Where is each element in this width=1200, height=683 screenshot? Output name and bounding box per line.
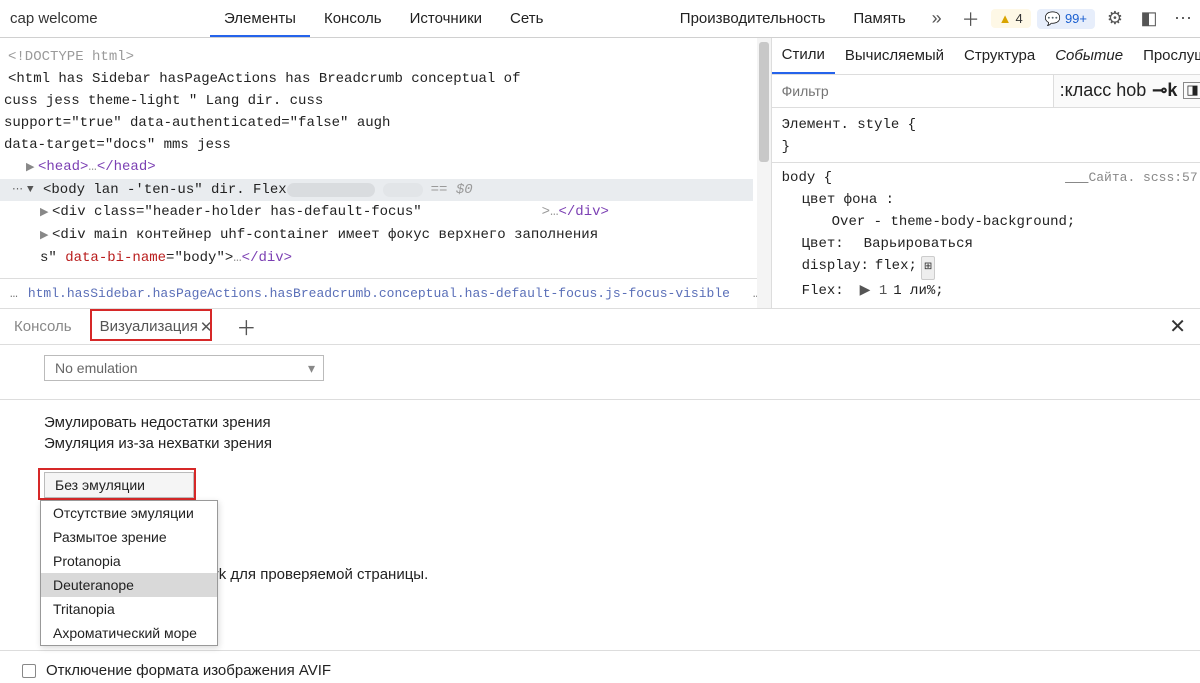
dock-icon[interactable]: ◧ bbox=[1138, 8, 1160, 29]
dd-item-tritanopia[interactable]: Tritanopia bbox=[41, 597, 217, 621]
styles-rules[interactable]: Элемент. style { } body { Сайта. scss:57… bbox=[772, 108, 1200, 308]
cls-toggle[interactable]: :класс hob ⊸k ◨ bbox=[1053, 75, 1200, 107]
drawer-close-icon[interactable]: ✕ bbox=[1155, 314, 1200, 339]
dd-item-achromatic[interactable]: Ахроматический море bbox=[41, 621, 217, 645]
devtools-toolbar: cap welcome Элементы Консоль Источники С… bbox=[0, 0, 1200, 38]
breadcrumb[interactable]: … html.hasSidebar.hasPageActions.hasBrea… bbox=[0, 278, 771, 308]
vision-dropdown-selected[interactable]: Без эмуляции bbox=[44, 472, 194, 498]
styles-panel: Стили Вычисляемый Структура Событие Прос… bbox=[772, 38, 1200, 308]
drawer-tab-rendering[interactable]: Визуализация✕ bbox=[86, 309, 227, 344]
avif-label: Отключение формата изображения AVIF bbox=[46, 662, 331, 679]
warnings-badge[interactable]: ▲4 bbox=[991, 9, 1031, 28]
avif-checkbox[interactable] bbox=[22, 664, 36, 678]
styles-tab-computed[interactable]: Вычисляемый bbox=[835, 38, 954, 74]
drawer-tab-console[interactable]: Консоль bbox=[0, 309, 86, 344]
vision-dropdown[interactable]: Без эмуляции Отсутствие эмуляции Размыто… bbox=[44, 472, 194, 498]
drawer: Консоль Визуализация✕ ＋ ✕ No emulation Э… bbox=[0, 308, 1200, 683]
styles-tab-event[interactable]: Событие bbox=[1045, 38, 1133, 74]
dd-item-protanopia[interactable]: Protanopia bbox=[41, 549, 217, 573]
tab-sources[interactable]: Источники bbox=[396, 0, 496, 37]
tab-network[interactable]: Сеть bbox=[496, 0, 557, 37]
styles-tab-layout[interactable]: Структура bbox=[954, 38, 1045, 74]
main-tabs-overflow: Производительность Память bbox=[666, 0, 920, 37]
page-title: cap welcome bbox=[0, 10, 210, 27]
emulation-select[interactable]: No emulation bbox=[44, 355, 324, 381]
vision-heading-2: Эмуляция из-за нехватки зрения bbox=[44, 435, 1156, 452]
kebab-icon[interactable]: ⋯ bbox=[1172, 8, 1194, 29]
styles-tab-styles[interactable]: Стили bbox=[772, 38, 835, 74]
more-tabs-icon[interactable]: » bbox=[926, 8, 948, 29]
vision-dropdown-list: Отсутствие эмуляции Размытое зрение Prot… bbox=[40, 500, 218, 646]
add-rule-icon[interactable]: ◨ bbox=[1183, 82, 1200, 99]
drawer-add-icon[interactable]: ＋ bbox=[226, 312, 266, 341]
styles-tab-listeners[interactable]: Прослушиватели bbox=[1133, 38, 1200, 74]
styles-filter-input[interactable] bbox=[772, 77, 1053, 105]
vision-heading-1: Эмулировать недостатки зрения bbox=[44, 414, 1156, 431]
dd-item-deuteranope[interactable]: Deuteranope bbox=[41, 573, 217, 597]
settings-icon[interactable]: ⚙ bbox=[1104, 8, 1126, 29]
dd-item-none[interactable]: Отсутствие эмуляции bbox=[41, 501, 217, 525]
drawer-tabs: Консоль Визуализация✕ ＋ ✕ bbox=[0, 309, 1200, 345]
tab-console[interactable]: Консоль bbox=[310, 0, 396, 37]
dd-item-blurred[interactable]: Размытое зрение bbox=[41, 525, 217, 549]
styles-tabs: Стили Вычисляемый Структура Событие Прос… bbox=[772, 38, 1200, 75]
tab-performance[interactable]: Производительность bbox=[666, 0, 840, 37]
main-tabs: Элементы Консоль Источники Сеть bbox=[210, 0, 557, 37]
messages-badge[interactable]: 💬99+ bbox=[1037, 9, 1095, 29]
dom-tree[interactable]: <!DOCTYPE html> <html has Sidebar hasPag… bbox=[0, 38, 771, 278]
tab-memory[interactable]: Память bbox=[839, 0, 919, 37]
tab-elements[interactable]: Элементы bbox=[210, 0, 310, 37]
avif-toggle-row: Отключение формата изображения AVIF bbox=[22, 662, 331, 679]
dom-panel: <!DOCTYPE html> <html has Sidebar hasPag… bbox=[0, 38, 772, 308]
add-tab-icon[interactable]: ＋ bbox=[960, 6, 982, 32]
dom-scrollbar[interactable] bbox=[757, 38, 771, 308]
